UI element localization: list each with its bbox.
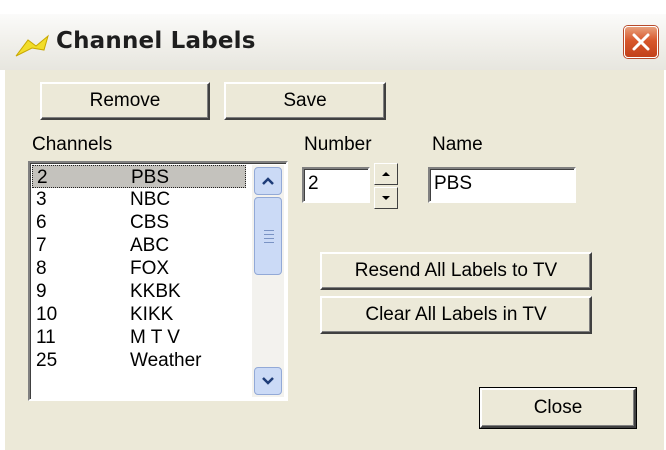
channel-name: NBC xyxy=(130,189,171,210)
channel-name: M T V xyxy=(130,327,180,348)
channel-number: 10 xyxy=(36,304,58,325)
channel-list-item[interactable]: 7 ABC xyxy=(32,234,246,257)
channel-number: 3 xyxy=(36,189,47,210)
window-title: Channel Labels xyxy=(56,28,256,54)
channel-number: 25 xyxy=(36,350,58,371)
number-field[interactable]: 2 xyxy=(302,167,370,203)
remove-button[interactable]: Remove xyxy=(40,82,210,120)
channel-rows: 2 PBS 3 NBC 6 CBS 7 ABC 8 FOX 9 KKBK 10 KIKK 11 M T V 25… xyxy=(32,165,246,372)
channels-label: Channels xyxy=(32,134,113,155)
triangle-down-icon xyxy=(382,196,390,200)
channel-list-item[interactable]: 6 CBS xyxy=(32,211,246,234)
save-button[interactable]: Save xyxy=(224,82,386,120)
channel-list-item[interactable]: 3 NBC xyxy=(32,188,246,211)
channel-name: CBS xyxy=(130,212,170,233)
number-label: Number xyxy=(304,134,372,155)
chevron-down-icon xyxy=(262,377,274,385)
channel-list-item[interactable]: 2 PBS xyxy=(32,165,246,188)
channel-number: 2 xyxy=(37,167,48,188)
scroll-down-button[interactable] xyxy=(254,367,282,395)
channels-listbox[interactable]: 2 PBS 3 NBC 6 CBS 7 ABC 8 FOX 9 KKBK 10 KIKK 11 M T V 25… xyxy=(28,161,288,401)
channel-number: 7 xyxy=(36,235,47,256)
clear-all-labels-button[interactable]: Clear All Labels in TV xyxy=(320,296,592,334)
title-bar[interactable]: Channel Labels xyxy=(0,14,666,70)
triangle-up-icon xyxy=(382,172,390,176)
scroll-up-button[interactable] xyxy=(254,167,282,195)
channel-name: KKBK xyxy=(130,281,181,302)
channel-name: ABC xyxy=(130,235,170,256)
channel-list-item[interactable]: 11 M T V xyxy=(32,326,246,349)
name-field[interactable]: PBS xyxy=(428,167,576,203)
channel-number: 11 xyxy=(36,327,56,348)
channel-number: 9 xyxy=(36,281,47,302)
channel-name: Weather xyxy=(130,350,202,371)
channel-list-item[interactable]: 9 KKBK xyxy=(32,280,246,303)
listbox-scrollbar[interactable] xyxy=(252,165,284,397)
channel-list-item[interactable]: 8 FOX xyxy=(32,257,246,280)
channel-list-item[interactable]: 25 Weather xyxy=(32,349,246,372)
number-decrement-button[interactable] xyxy=(374,187,398,209)
channel-labels-window: Channel Labels Remove Save Channels 2 PBS… xyxy=(0,0,666,450)
close-button[interactable]: Close xyxy=(479,387,637,429)
name-label: Name xyxy=(432,134,483,155)
channel-number: 8 xyxy=(36,258,47,279)
channel-list-item[interactable]: 10 KIKK xyxy=(32,303,246,326)
tv-arrow-icon xyxy=(15,34,49,57)
channel-name: PBS xyxy=(131,167,170,188)
resend-all-labels-button[interactable]: Resend All Labels to TV xyxy=(320,252,592,290)
channel-number: 6 xyxy=(36,212,47,233)
channel-name: FOX xyxy=(130,258,170,279)
close-window-button[interactable] xyxy=(624,26,658,58)
close-icon xyxy=(632,33,650,51)
chevron-up-icon xyxy=(262,177,274,185)
channel-name: KIKK xyxy=(130,304,174,325)
number-increment-button[interactable] xyxy=(374,163,398,185)
scroll-thumb[interactable] xyxy=(254,197,282,275)
